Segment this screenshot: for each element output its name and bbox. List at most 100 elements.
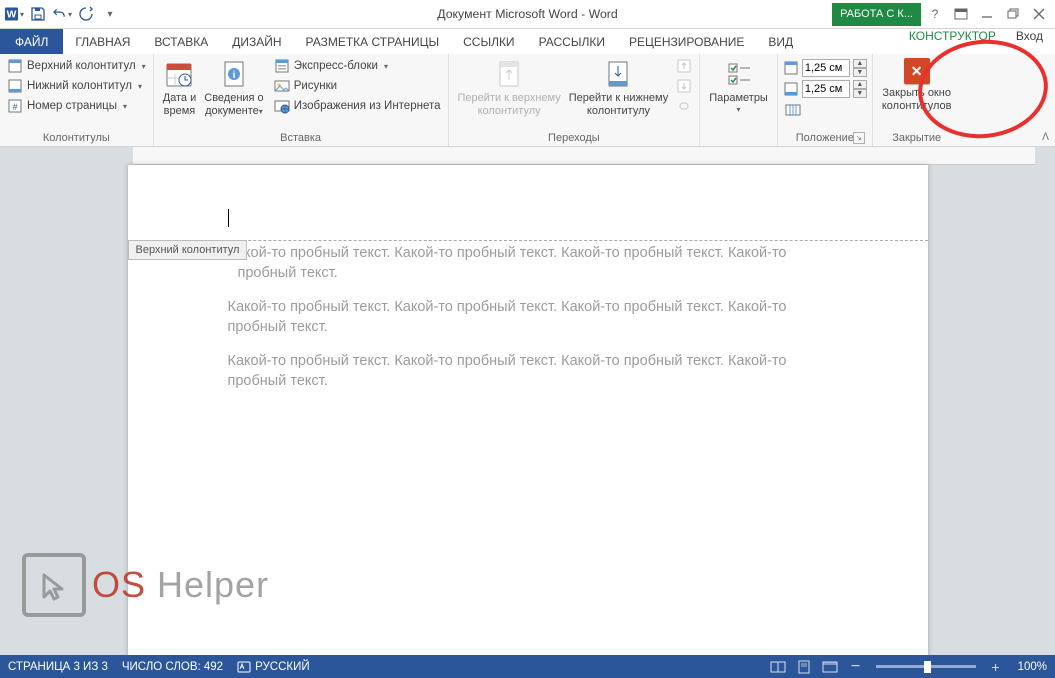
insert-alignment-tab-button[interactable]	[783, 100, 867, 120]
qat-customize-icon[interactable]: ▾	[100, 4, 120, 24]
document-page[interactable]: Верхний колонтитул Какой-то пробный текс…	[128, 165, 928, 655]
page-number-label: Номер страницы	[27, 100, 117, 112]
tab-home[interactable]: ГЛАВНАЯ	[63, 29, 142, 54]
group-insert: Дата ивремя iСведения одокументе▾ Экспре…	[154, 54, 449, 146]
group-position-label: Положение↘	[783, 132, 867, 146]
group-header-footer-label: Колонтитулы	[5, 132, 148, 146]
tab-file[interactable]: ФАЙЛ	[0, 29, 63, 54]
spin-down-icon[interactable]: ▼	[853, 89, 867, 98]
header-from-top: ▲▼	[783, 59, 867, 77]
titlebar-right: РАБОТА С К... ?	[832, 3, 1051, 26]
group-header-footer: Верхний колонтитул▾ Нижний колонтитул▾ #…	[0, 54, 154, 146]
horizontal-ruler[interactable]	[133, 147, 1035, 165]
proofing-icon	[237, 660, 251, 674]
spin-up-icon[interactable]: ▲	[853, 80, 867, 89]
tab-design[interactable]: ДИЗАЙН	[220, 29, 293, 54]
ribbon-display-icon[interactable]	[949, 4, 973, 24]
pictures-label: Рисунки	[294, 80, 337, 92]
document-body: Какой-то пробный текст. Какой-то пробный…	[128, 240, 928, 391]
tab-review[interactable]: РЕЦЕНЗИРОВАНИЕ	[617, 29, 756, 54]
close-x-icon: ✕	[904, 58, 930, 84]
online-pictures-button[interactable]: Изображения из Интернета	[272, 96, 443, 116]
pictures-button[interactable]: Рисунки	[272, 76, 443, 96]
zoom-thumb[interactable]	[924, 661, 931, 673]
header-top-icon	[783, 60, 799, 76]
group-close-label: Закрытие	[878, 132, 956, 146]
collapse-ribbon-icon[interactable]: ᐱ	[1042, 132, 1049, 143]
tab-layout[interactable]: РАЗМЕТКА СТРАНИЦЫ	[294, 29, 452, 54]
zoom-out-icon[interactable]: −	[846, 658, 866, 676]
header-tag: Верхний колонтитул	[128, 240, 248, 260]
zoom-slider[interactable]	[876, 665, 976, 668]
quick-parts-button[interactable]: Экспресс-блоки▾	[272, 56, 443, 76]
group-navigation-label: Переходы	[454, 132, 695, 146]
spin-up-icon[interactable]: ▲	[853, 59, 867, 68]
link-previous-button	[674, 96, 694, 116]
header-boundary-line	[128, 240, 928, 241]
date-time-button[interactable]: Дата ивремя	[159, 56, 201, 132]
quick-access-toolbar: W▾ ▾ ▾	[0, 4, 124, 24]
ribbon-tabs: ФАЙЛ ГЛАВНАЯ ВСТАВКА ДИЗАЙН РАЗМЕТКА СТР…	[0, 29, 1055, 54]
body-paragraph: Какой-то пробный текст. Какой-то пробный…	[228, 352, 838, 391]
header-button[interactable]: Верхний колонтитул▾	[5, 56, 148, 76]
group-options: Параметры▾	[700, 54, 778, 146]
tab-view[interactable]: ВИД	[756, 29, 805, 54]
tab-mailings[interactable]: РАССЫЛКИ	[527, 29, 617, 54]
minimize-icon[interactable]	[975, 4, 999, 24]
tab-constructor[interactable]: КОНСТРУКТОР	[897, 29, 1008, 43]
footer-from-bottom: ▲▼	[783, 80, 867, 98]
header-button-label: Верхний колонтитул	[27, 60, 136, 72]
header-from-top-input[interactable]	[802, 59, 850, 77]
page-number-button[interactable]: #Номер страницы▾	[5, 96, 148, 116]
goto-header-button: Перейти к верхнемуколонтитулу	[454, 56, 565, 132]
status-language[interactable]: РУССКИЙ	[237, 660, 310, 674]
tab-references[interactable]: ССЫЛКИ	[451, 29, 526, 54]
body-paragraph: Какой-то пробный текст. Какой-то пробный…	[228, 298, 838, 337]
svg-text:#: #	[12, 102, 17, 112]
help-icon[interactable]: ?	[923, 4, 947, 24]
footer-button[interactable]: Нижний колонтитул▾	[5, 76, 148, 96]
footer-from-bottom-input[interactable]	[802, 80, 850, 98]
read-mode-icon[interactable]	[768, 658, 788, 676]
spin-down-icon[interactable]: ▼	[853, 68, 867, 77]
online-pictures-label: Изображения из Интернета	[294, 100, 441, 112]
zoom-in-icon[interactable]: +	[986, 658, 1006, 676]
header-edit-area[interactable]	[128, 165, 928, 227]
svg-text:i: i	[233, 70, 236, 81]
footer-button-label: Нижний колонтитул	[27, 80, 132, 92]
next-section-button	[674, 76, 694, 96]
cursor-icon	[22, 553, 86, 617]
ribbon: Верхний колонтитул▾ Нижний колонтитул▾ #…	[0, 54, 1055, 147]
close-icon[interactable]	[1027, 4, 1051, 24]
status-word-count[interactable]: ЧИСЛО СЛОВ: 492	[122, 661, 223, 673]
text-cursor	[228, 209, 229, 227]
group-options-label	[705, 132, 772, 146]
parameters-button[interactable]: Параметры▾	[705, 56, 772, 132]
redo-icon[interactable]	[76, 4, 96, 24]
context-tab-title[interactable]: РАБОТА С К...	[832, 3, 921, 26]
body-paragraph: Какой-то пробный текст. Какой-то пробный…	[238, 244, 838, 283]
titlebar: W▾ ▾ ▾ Документ Microsoft Word - Word РА…	[0, 0, 1055, 29]
goto-footer-button[interactable]: Перейти к нижнемуколонтитулу	[565, 56, 672, 132]
undo-icon[interactable]: ▾	[52, 4, 72, 24]
word-icon[interactable]: W▾	[4, 4, 24, 24]
group-insert-label: Вставка	[159, 132, 443, 146]
group-close: ✕ Закрыть окно колонтитулов Закрытие	[873, 54, 961, 146]
restore-icon[interactable]	[1001, 4, 1025, 24]
save-icon[interactable]	[28, 4, 48, 24]
group-position: ▲▼ ▲▼ Положение↘	[778, 54, 873, 146]
zoom-level[interactable]: 100%	[1018, 661, 1047, 673]
web-layout-icon[interactable]	[820, 658, 840, 676]
dialog-launcher-icon[interactable]: ↘	[853, 132, 865, 144]
tab-insert[interactable]: ВСТАВКА	[142, 29, 220, 54]
sign-in-link[interactable]: Вход	[1008, 29, 1051, 43]
print-layout-icon[interactable]	[794, 658, 814, 676]
doc-info-button[interactable]: iСведения одокументе▾	[200, 56, 267, 132]
status-page[interactable]: СТРАНИЦА 3 ИЗ 3	[8, 661, 108, 673]
close-header-footer-button[interactable]: ✕ Закрыть окно колонтитулов	[878, 56, 956, 132]
svg-text:W: W	[7, 10, 17, 21]
footer-bottom-icon	[783, 81, 799, 97]
status-bar: СТРАНИЦА 3 ИЗ 3 ЧИСЛО СЛОВ: 492 РУССКИЙ …	[0, 655, 1055, 678]
group-navigation: Перейти к верхнемуколонтитулу Перейти к …	[449, 54, 701, 146]
document-area: Верхний колонтитул Какой-то пробный текс…	[0, 147, 1055, 655]
